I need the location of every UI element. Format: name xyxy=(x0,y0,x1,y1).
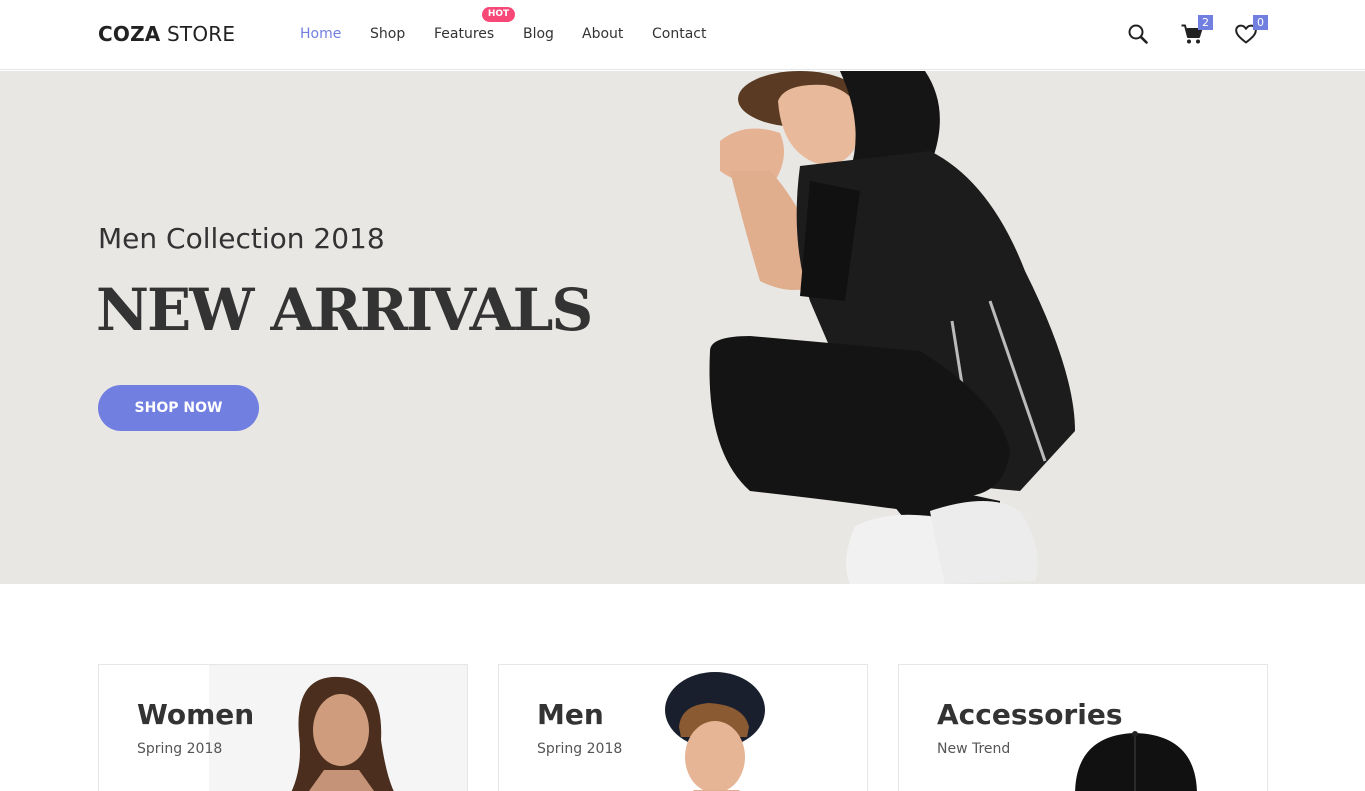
banner-title: Men xyxy=(537,698,604,731)
men-model-image xyxy=(609,665,867,791)
logo[interactable]: COZA STORE xyxy=(98,22,235,46)
nav-blog[interactable]: Blog xyxy=(523,26,554,42)
shop-now-button[interactable]: SHOP NOW xyxy=(98,385,259,431)
wishlist-count-badge: 0 xyxy=(1253,15,1268,30)
cart-count-badge: 2 xyxy=(1198,15,1213,30)
hero-slider: Men Collection 2018 NEW ARRIVALS SHOP NO… xyxy=(0,71,1365,584)
banner-title: Women xyxy=(137,698,255,731)
banner-subtitle: Spring 2018 xyxy=(137,741,223,757)
nav-shop[interactable]: Shop xyxy=(370,26,405,42)
hero-title: NEW ARRIVALS xyxy=(96,276,593,344)
nav-contact[interactable]: Contact xyxy=(652,26,706,42)
nav-home[interactable]: Home xyxy=(300,26,341,42)
banner-subtitle: New Trend xyxy=(937,741,1011,757)
nav-features[interactable]: Features xyxy=(434,26,494,42)
banner-men[interactable]: Men Spring 2018 xyxy=(498,664,868,791)
logo-bold: COZA xyxy=(98,22,161,46)
hero-model-image xyxy=(709,71,1075,584)
hero-subtitle: Men Collection 2018 xyxy=(98,222,385,255)
hot-badge: HOT xyxy=(482,7,515,22)
banner-subtitle: Spring 2018 xyxy=(537,741,623,757)
banner-title: Accessories xyxy=(937,698,1123,731)
banner-accessories[interactable]: Accessories New Trend xyxy=(898,664,1268,791)
nav-about[interactable]: About xyxy=(582,26,623,42)
header: COZA STORE Home Shop Features Blog About… xyxy=(0,0,1365,70)
logo-light: STORE xyxy=(160,22,236,46)
banner-women[interactable]: Women Spring 2018 xyxy=(98,664,468,791)
search-icon[interactable] xyxy=(1126,22,1150,46)
